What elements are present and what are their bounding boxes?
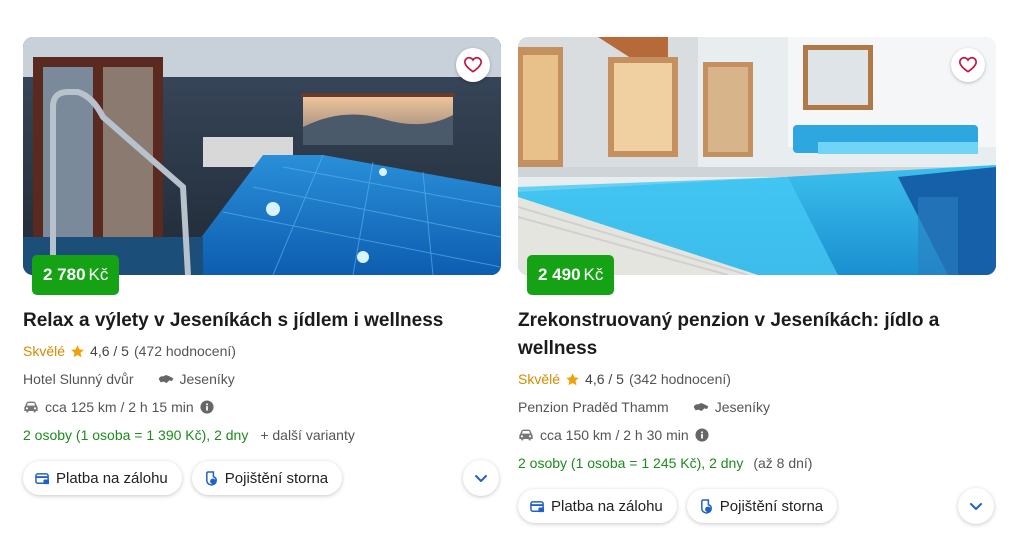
wallet-icon — [35, 472, 50, 484]
location-row: Penzion Praděd Thamm Jeseníky — [518, 397, 996, 417]
pool-photo-image — [23, 37, 501, 275]
car-icon — [519, 429, 533, 441]
pool-photo-image — [518, 37, 996, 275]
cancellation-insurance-chip[interactable]: Pojištění storna — [686, 489, 838, 523]
price-amount: 2 780 — [43, 265, 86, 284]
region-name: Jeseníky — [179, 371, 235, 387]
wallet-icon — [530, 500, 545, 512]
car-icon — [24, 401, 38, 413]
heart-icon — [958, 56, 978, 73]
offer-photo[interactable] — [23, 37, 501, 275]
distance-text: cca 125 km / 2 h 15 min — [45, 399, 194, 415]
rating-count: (472 hodnocení) — [133, 343, 236, 359]
info-icon[interactable] — [695, 428, 709, 442]
region-map-icon — [693, 403, 709, 411]
deposit-payment-label: Platba na zálohu — [56, 469, 168, 487]
insurance-shield-icon — [700, 498, 712, 514]
offer-title[interactable]: Relax a výlety v Jeseníkách s jídlem i w… — [23, 307, 501, 335]
rating-row: Skvělé 4,6 / 5 (342 hodnocení) — [518, 369, 996, 389]
rating-word: Skvělé — [518, 371, 561, 387]
location-row: Hotel Slunný dvůr Jeseníky — [23, 369, 501, 389]
favorite-heart-button[interactable] — [951, 48, 985, 82]
price-currency: Kč — [583, 265, 604, 284]
cancellation-insurance-chip[interactable]: Pojištění storna — [191, 461, 343, 495]
price-badge: 2 780 Kč — [32, 255, 120, 295]
persons-row: 2 osoby (1 osoba = 1 245 Kč), 2 dny (až … — [518, 453, 996, 473]
cancellation-insurance-label: Pojištění storna — [224, 469, 329, 487]
cancellation-insurance-label: Pojištění storna — [719, 497, 824, 515]
deposit-payment-label: Platba na zálohu — [551, 497, 663, 515]
rating-count: (342 hodnocení) — [628, 371, 731, 387]
insurance-shield-icon — [205, 470, 217, 486]
more-variants-link[interactable]: + další varianty — [260, 427, 355, 443]
rating-score: 4,6 / 5 — [585, 371, 624, 387]
favorite-heart-button[interactable] — [456, 48, 490, 82]
distance-text: cca 150 km / 2 h 30 min — [540, 427, 689, 443]
feature-chips: Platba na zálohu Pojištění storna — [518, 488, 996, 524]
star-icon — [566, 372, 579, 385]
persons-text: 2 osoby (1 osoba = 1 245 Kč), 2 dny — [518, 455, 744, 471]
region-name: Jeseníky — [714, 399, 770, 415]
offer-title[interactable]: Zrekonstruovaný penzion v Jeseníkách: jí… — [518, 307, 996, 363]
rating-score: 4,6 / 5 — [90, 343, 129, 359]
rating-row: Skvělé 4,6 / 5 (472 hodnocení) — [23, 341, 501, 361]
persons-row: 2 osoby (1 osoba = 1 390 Kč), 2 dny + da… — [23, 425, 501, 445]
distance-row: cca 125 km / 2 h 15 min — [23, 397, 501, 417]
chevron-down-icon — [475, 475, 487, 482]
deposit-payment-chip[interactable]: Platba na zálohu — [518, 489, 677, 523]
hotel-name: Penzion Praděd Thamm — [518, 399, 669, 415]
chevron-down-icon — [970, 503, 982, 510]
persons-text: 2 osoby (1 osoba = 1 390 Kč), 2 dny — [23, 427, 249, 443]
hotel-name: Hotel Slunný dvůr — [23, 371, 134, 387]
feature-chips: Platba na zálohu Pojištění storna — [23, 460, 501, 496]
price-currency: Kč — [88, 265, 109, 284]
star-icon — [71, 344, 84, 357]
duration-note: (až 8 dní) — [753, 455, 813, 471]
rating-word: Skvělé — [23, 343, 66, 359]
region-map-icon — [158, 375, 173, 383]
expand-details-button[interactable] — [958, 488, 994, 524]
heart-icon — [463, 56, 483, 73]
offer-photo[interactable] — [518, 37, 996, 275]
offer-card[interactable]: 2 490 Kč Zrekonstruovaný penzion v Jesen… — [518, 37, 996, 524]
expand-details-button[interactable] — [463, 460, 499, 496]
price-amount: 2 490 — [538, 265, 581, 284]
distance-row: cca 150 km / 2 h 30 min — [518, 425, 996, 445]
info-icon[interactable] — [200, 400, 214, 414]
price-badge: 2 490 Kč — [527, 255, 615, 295]
offer-card[interactable]: 2 780 Kč Relax a výlety v Jeseníkách s j… — [23, 37, 501, 496]
deposit-payment-chip[interactable]: Platba na zálohu — [23, 461, 182, 495]
